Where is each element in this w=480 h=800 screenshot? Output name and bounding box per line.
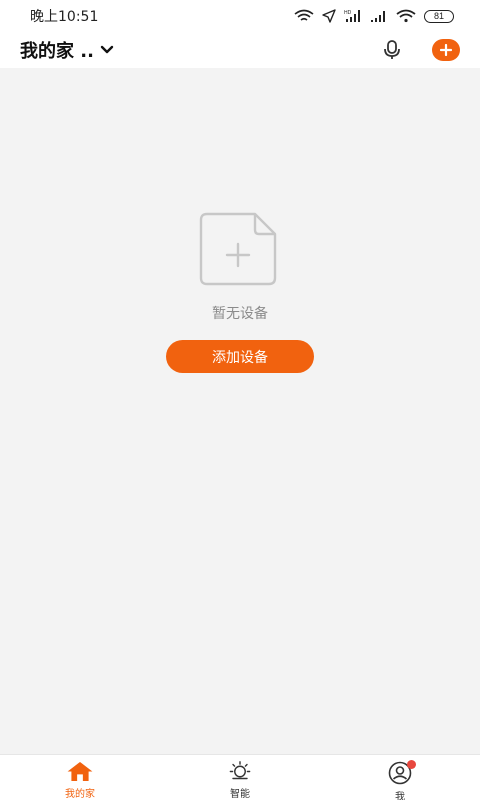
nav-item-me[interactable]: 我: [320, 755, 480, 800]
status-bar: 晚上10:51 HD 81: [0, 0, 480, 32]
profile-avatar: [387, 760, 416, 785]
nav-label-me: 我: [395, 792, 405, 800]
plus-icon: [440, 44, 452, 56]
signal-hd-icon: HD: [344, 10, 360, 22]
location-arrow-icon: [322, 9, 336, 23]
sun-icon: [229, 761, 251, 780]
wifi-icon: [396, 9, 416, 23]
device-list-area: 暂无设备 添加设备: [0, 68, 480, 754]
home-name: 我的家 ..: [20, 41, 94, 62]
voice-button[interactable]: [380, 38, 404, 62]
header: 我的家 ..: [0, 32, 480, 68]
add-device-button[interactable]: 添加设备: [166, 340, 314, 373]
notification-badge: [407, 760, 416, 769]
signal-icon: [371, 11, 385, 22]
microphone-icon: [384, 40, 400, 59]
status-icons: HD 81: [294, 9, 454, 23]
chevron-down-icon: [100, 45, 114, 54]
home-icon: [67, 761, 93, 782]
nav-label-home: 我的家: [65, 789, 95, 800]
nav-label-smart: 智能: [230, 789, 250, 800]
svg-text:HD: HD: [344, 10, 352, 16]
empty-message: 暂无设备: [212, 306, 268, 322]
header-actions: [380, 38, 460, 62]
bottom-nav: 我的家 智能 我: [0, 754, 480, 800]
battery-indicator: 81: [424, 9, 454, 23]
status-time: 晚上10:51: [30, 9, 99, 25]
nav-item-smart[interactable]: 智能: [160, 755, 320, 800]
wifi-calling-icon: [294, 9, 314, 21]
add-file-icon: [199, 212, 277, 286]
nav-item-home[interactable]: 我的家: [0, 755, 160, 800]
home-selector[interactable]: 我的家 ..: [20, 37, 114, 63]
add-button[interactable]: [432, 39, 460, 61]
